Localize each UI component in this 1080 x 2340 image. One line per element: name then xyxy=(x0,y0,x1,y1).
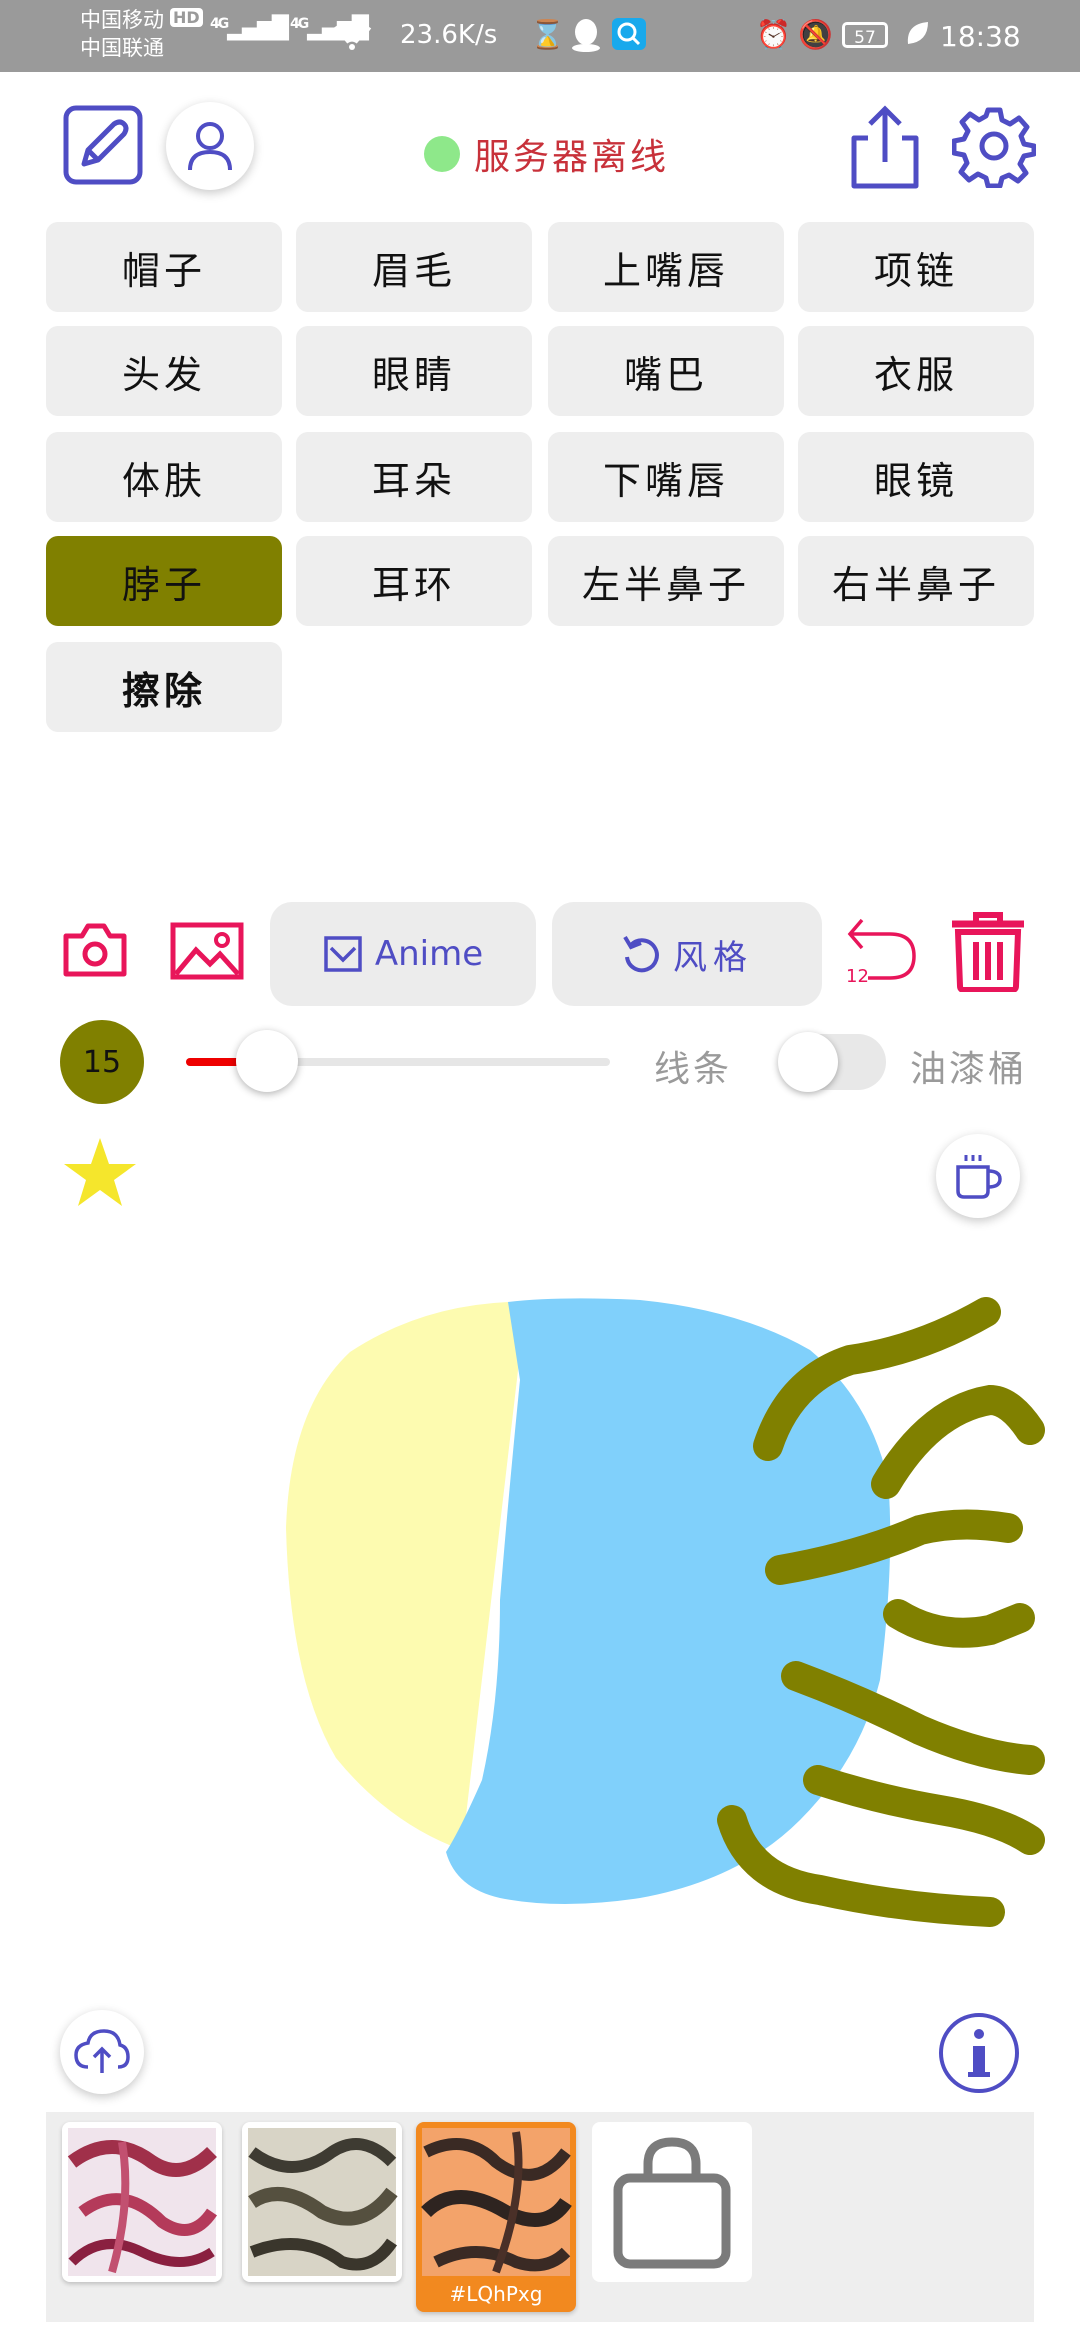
toggle-thumb[interactable] xyxy=(778,1032,838,1092)
anime-label: Anime xyxy=(374,934,484,974)
alarm-icon: ⏰ xyxy=(756,18,791,51)
part-button-hat[interactable]: 帽子 xyxy=(46,222,282,312)
share-icon xyxy=(851,105,919,189)
style-thumbnail-bar: #LQhPxg xyxy=(46,2112,1034,2322)
hd-badge: HD xyxy=(170,8,203,27)
bucket-mode-label: 油漆桶 xyxy=(910,1049,1028,1090)
part-button-upper-lip[interactable]: 上嘴唇 xyxy=(548,222,784,312)
brush-size-indicator[interactable]: 15 xyxy=(60,1020,144,1104)
refresh-icon xyxy=(623,935,659,973)
line-mode-label: 线条 xyxy=(654,1049,733,1090)
gear-icon xyxy=(952,107,1036,188)
part-button-ears[interactable]: 耳朵 xyxy=(296,432,532,522)
leaf-icon xyxy=(904,18,930,55)
server-status-text: 服务器离线 xyxy=(474,137,670,178)
signal-icon-1: 4G▂▄▆█ xyxy=(210,16,289,41)
image-icon xyxy=(170,922,244,980)
style-thumbnail-1[interactable] xyxy=(62,2122,222,2282)
drawing-canvas[interactable] xyxy=(0,1180,1080,2020)
carrier-info: 中国移动 中国联通 xyxy=(80,6,164,62)
part-button-eraser[interactable]: 擦除 xyxy=(46,642,282,732)
cloud-upload-icon xyxy=(74,2029,130,2073)
part-button-hair[interactable]: 头发 xyxy=(46,326,282,416)
network-speed: 23.6K/s xyxy=(400,20,498,50)
undo-count: 12 xyxy=(846,966,869,987)
mail-icon xyxy=(324,936,362,972)
share-button[interactable] xyxy=(848,104,922,190)
part-button-lower-lip[interactable]: 下嘴唇 xyxy=(548,432,784,522)
part-button-neck[interactable]: 脖子 xyxy=(46,536,282,626)
server-status: 服务器离线 xyxy=(424,128,669,180)
part-button-mouth[interactable]: 嘴巴 xyxy=(548,326,784,416)
trash-icon xyxy=(952,912,1024,992)
part-button-right-nose[interactable]: 右半鼻子 xyxy=(798,536,1034,626)
part-button-eyes[interactable]: 眼睛 xyxy=(296,326,532,416)
status-indicator-dot xyxy=(424,136,460,172)
shopping-bag-icon xyxy=(613,2137,731,2269)
info-button[interactable] xyxy=(938,2012,1020,2094)
style-thumbnail-3-selected[interactable]: #LQhPxg xyxy=(416,2122,576,2312)
settings-button[interactable] xyxy=(952,104,1036,188)
carrier-1: 中国移动 xyxy=(80,8,164,32)
qq-icon xyxy=(570,18,602,59)
part-button-eyebrows[interactable]: 眉毛 xyxy=(296,222,532,312)
user-icon xyxy=(188,122,232,171)
style-store-button[interactable] xyxy=(592,2122,752,2282)
info-icon xyxy=(939,2013,1019,2093)
edit-icon xyxy=(63,105,143,185)
clock: 18:38 xyxy=(940,20,1021,53)
gallery-button[interactable] xyxy=(170,922,244,980)
hourglass-icon: ⌛ xyxy=(530,18,565,51)
delete-button[interactable] xyxy=(950,912,1026,992)
style-button[interactable]: 风格 xyxy=(552,902,822,1006)
part-button-skin[interactable]: 体肤 xyxy=(46,432,282,522)
anime-button[interactable]: Anime xyxy=(270,902,536,1006)
profile-button[interactable] xyxy=(166,102,254,190)
search-app-icon xyxy=(612,18,646,50)
cloud-upload-button[interactable] xyxy=(60,2010,144,2094)
edit-button[interactable] xyxy=(62,104,144,186)
part-button-left-nose[interactable]: 左半鼻子 xyxy=(548,536,784,626)
part-button-necklace[interactable]: 项链 xyxy=(798,222,1034,312)
style-tag: #LQhPxg xyxy=(449,2282,543,2306)
style-thumbnail-2[interactable] xyxy=(242,2122,402,2282)
part-button-clothes[interactable]: 衣服 xyxy=(798,326,1034,416)
camera-button[interactable] xyxy=(62,922,128,978)
camera-icon xyxy=(63,923,127,977)
mute-icon: 🔕 xyxy=(798,18,833,51)
slider-thumb[interactable] xyxy=(235,1030,298,1092)
carrier-2: 中国联通 xyxy=(80,36,164,60)
status-bar: 中国移动 中国联通 HD 4G▂▄▆█ 4G▂▄▆█ 23.6K/s ⌛ ⏰ 🔕… xyxy=(0,0,1080,72)
style-label: 风格 xyxy=(673,937,753,978)
part-button-earrings[interactable]: 耳环 xyxy=(296,536,532,626)
battery-icon: 57 xyxy=(842,22,888,48)
part-button-glasses[interactable]: 眼镜 xyxy=(798,432,1034,522)
wifi-icon xyxy=(332,18,372,58)
